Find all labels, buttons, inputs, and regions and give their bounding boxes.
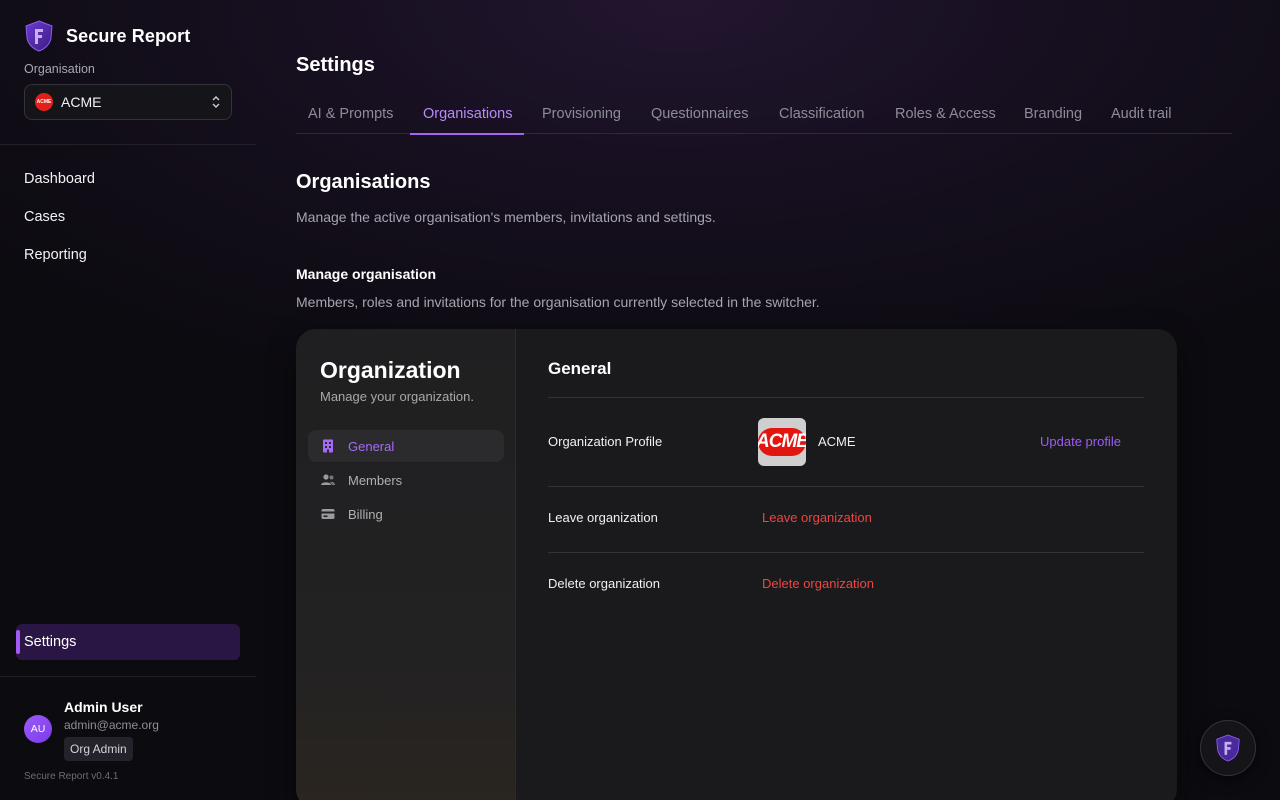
section-title: Organisations <box>296 171 431 193</box>
tab-organisations[interactable]: Organisations <box>410 98 525 135</box>
brand-name: Secure Report <box>66 25 191 46</box>
settings-tabs: AI & Prompts Organisations Provisioning … <box>296 98 1232 135</box>
acme-logo: ACME <box>758 428 806 456</box>
user-role-badge: Org Admin <box>64 737 133 761</box>
org-nav-general-label: General <box>348 438 395 454</box>
org-nav-members-label: Members <box>348 472 403 488</box>
delete-org-button[interactable]: Delete organization <box>762 576 874 591</box>
org-name: ACME <box>818 434 856 449</box>
nav-item-settings[interactable]: Settings <box>16 624 240 660</box>
org-general-panel: General Organization Profile ACME ACME U… <box>548 329 1144 800</box>
org-switcher-label: Organisation <box>24 62 95 76</box>
org-nav-billing[interactable]: Billing <box>308 498 504 530</box>
tab-questionnaires[interactable]: Questionnaires <box>651 98 749 134</box>
chevron-updown-icon <box>212 96 220 108</box>
update-profile-link[interactable]: Update profile <box>1040 434 1121 449</box>
subsection-title: Manage organisation <box>296 266 437 282</box>
acme-logo-text: ACME <box>758 431 806 452</box>
leave-org-label: Leave organization <box>548 510 658 525</box>
sidebar-divider <box>0 144 256 145</box>
leave-org-button[interactable]: Leave organization <box>762 510 872 525</box>
building-icon <box>323 439 333 453</box>
org-card-subtitle: Manage your organization. <box>320 389 474 404</box>
org-switcher[interactable]: ACME ACME <box>24 84 232 120</box>
org-card-title: Organization <box>320 357 461 383</box>
nav-item-dashboard[interactable]: Dashboard <box>24 171 95 187</box>
org-profile-label: Organization Profile <box>548 434 663 449</box>
org-logo-text: ACME <box>36 99 52 105</box>
delete-org-row: Delete organization Delete organization <box>548 552 1144 618</box>
general-title: General <box>548 359 612 378</box>
avatar-initials: AU <box>30 723 46 735</box>
tab-audit-trail[interactable]: Audit trail <box>1111 98 1171 134</box>
sidebar-divider <box>0 676 256 677</box>
tab-provisioning[interactable]: Provisioning <box>542 98 621 134</box>
org-logo-icon: ACME <box>35 93 53 111</box>
users-icon <box>321 474 335 485</box>
org-nav-general[interactable]: General <box>308 430 504 462</box>
org-nav-members[interactable]: Members <box>308 464 504 496</box>
tab-roles-access[interactable]: Roles & Access <box>895 98 996 134</box>
sidebar: Secure Report Organisation ACME ACME Das… <box>0 0 256 800</box>
shield-logo-icon <box>1216 734 1240 762</box>
user-email: admin@acme.org <box>64 718 159 732</box>
tab-organisations-label: Organisations <box>423 106 513 122</box>
delete-org-label: Delete organization <box>548 576 661 591</box>
version-label: Secure Report v0.4.1 <box>24 771 119 782</box>
org-card-sidebar: Organization Manage your organization. G… <box>296 329 516 800</box>
assistant-fab-button[interactable] <box>1200 720 1256 776</box>
page-title: Settings <box>296 54 375 76</box>
nav-item-reporting[interactable]: Reporting <box>24 247 87 263</box>
org-profile-row: Organization Profile ACME ACME Update pr… <box>548 397 1144 486</box>
leave-org-row: Leave organization Leave organization <box>548 486 1144 552</box>
tab-ai-prompts[interactable]: AI & Prompts <box>308 98 393 134</box>
credit-card-icon <box>321 509 335 519</box>
nav-item-cases[interactable]: Cases <box>24 209 65 225</box>
nav-item-settings-label: Settings <box>24 634 77 650</box>
tab-classification[interactable]: Classification <box>779 98 864 134</box>
brand[interactable]: Secure Report <box>24 20 190 52</box>
shield-logo-icon <box>25 20 53 52</box>
avatar[interactable]: AU <box>24 715 52 743</box>
tab-branding[interactable]: Branding <box>1024 98 1082 134</box>
organization-profile-card: Organization Manage your organization. G… <box>296 329 1177 800</box>
org-nav-billing-label: Billing <box>348 506 383 522</box>
user-name: Admin User <box>64 699 143 715</box>
section-description: Manage the active organisation's members… <box>296 209 716 225</box>
subsection-description: Members, roles and invitations for the o… <box>296 294 820 310</box>
org-switcher-value: ACME <box>61 94 102 110</box>
org-logo: ACME <box>758 418 806 466</box>
